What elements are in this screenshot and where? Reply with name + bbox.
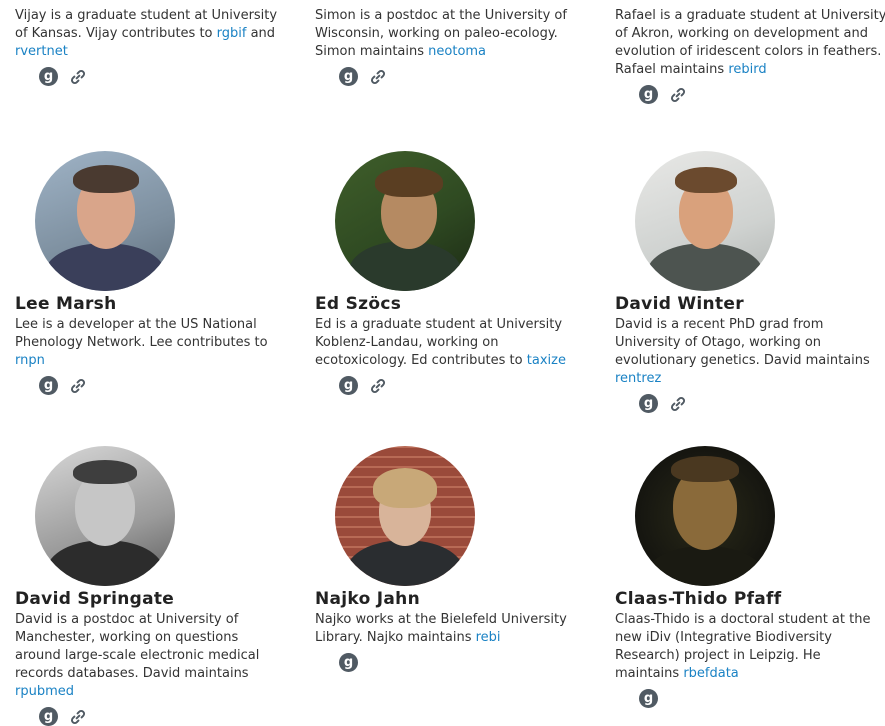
- person-name: Claas-Thido Pfaff: [615, 589, 782, 609]
- person-bio: Lee is a developer at the US National Ph…: [15, 317, 268, 368]
- github-icon[interactable]: g: [39, 67, 58, 86]
- person-bio: Rafael is a graduate student at Universi…: [615, 8, 885, 77]
- github-icon[interactable]: g: [39, 376, 58, 395]
- person-card-najko: Najko Jahn Najko works at the Bielefeld …: [315, 446, 587, 672]
- avatar: [35, 446, 175, 586]
- github-icon[interactable]: g: [639, 394, 658, 413]
- github-icon[interactable]: g: [639, 85, 658, 104]
- github-icon[interactable]: g: [639, 689, 658, 708]
- person-bio: David is a recent PhD grad from Universi…: [615, 317, 870, 386]
- package-link-rentrez[interactable]: rentrez: [615, 371, 661, 386]
- person-card-simon: Simon is a postdoc at the University of …: [315, 7, 587, 86]
- package-link-rvertnet[interactable]: rvertnet: [15, 44, 68, 59]
- person-card-davidw: David Winter David is a recent PhD grad …: [615, 151, 885, 413]
- person-bio: David is a postdoc at University of Manc…: [15, 612, 260, 699]
- link-icon[interactable]: [368, 376, 387, 395]
- github-icon[interactable]: g: [39, 707, 58, 726]
- avatar: [335, 151, 475, 291]
- package-link-neotoma[interactable]: neotoma: [428, 44, 486, 59]
- package-link-rebird[interactable]: rebird: [728, 62, 766, 77]
- person-card-davids: David Springate David is a postdoc at Un…: [15, 446, 287, 726]
- person-card-vijay: Vijay is a graduate student at Universit…: [15, 7, 287, 86]
- avatar: [35, 151, 175, 291]
- avatar: [635, 151, 775, 291]
- person-card-ed: Ed Szöcs Ed is a graduate student at Uni…: [315, 151, 587, 395]
- person-name: David Winter: [615, 294, 744, 314]
- person-name: Lee Marsh: [15, 294, 117, 314]
- package-link-rebi[interactable]: rebi: [476, 630, 501, 645]
- link-icon[interactable]: [368, 67, 387, 86]
- person-name: Najko Jahn: [315, 589, 420, 609]
- person-bio: Claas-Thido is a doctoral student at the…: [615, 612, 871, 681]
- person-bio: Ed is a graduate student at University K…: [315, 317, 566, 368]
- github-icon[interactable]: g: [339, 67, 358, 86]
- package-link-taxize[interactable]: taxize: [527, 353, 566, 368]
- link-icon[interactable]: [68, 67, 87, 86]
- package-link-rpubmed[interactable]: rpubmed: [15, 684, 74, 699]
- link-icon[interactable]: [668, 85, 687, 104]
- person-bio: Vijay is a graduate student at Universit…: [15, 8, 278, 59]
- person-card-lee: Lee Marsh Lee is a developer at the US N…: [15, 151, 287, 395]
- package-link-rnpn[interactable]: rnpn: [15, 353, 45, 368]
- person-bio: Simon is a postdoc at the University of …: [315, 8, 567, 59]
- package-link-rgbif[interactable]: rgbif: [217, 26, 247, 41]
- link-icon[interactable]: [68, 707, 87, 726]
- person-name: Ed Szöcs: [315, 294, 402, 314]
- github-icon[interactable]: g: [339, 376, 358, 395]
- link-icon[interactable]: [668, 394, 687, 413]
- avatar: [635, 446, 775, 586]
- person-bio: Najko works at the Bielefeld University …: [315, 612, 567, 645]
- link-icon[interactable]: [68, 376, 87, 395]
- github-icon[interactable]: g: [339, 653, 358, 672]
- package-link-rbefdata[interactable]: rbefdata: [683, 666, 738, 681]
- avatar: [335, 446, 475, 586]
- person-card-rafael: Rafael is a graduate student at Universi…: [615, 7, 885, 104]
- person-name: David Springate: [15, 589, 175, 609]
- person-card-claas: Claas-Thido Pfaff Claas-Thido is a docto…: [615, 446, 885, 708]
